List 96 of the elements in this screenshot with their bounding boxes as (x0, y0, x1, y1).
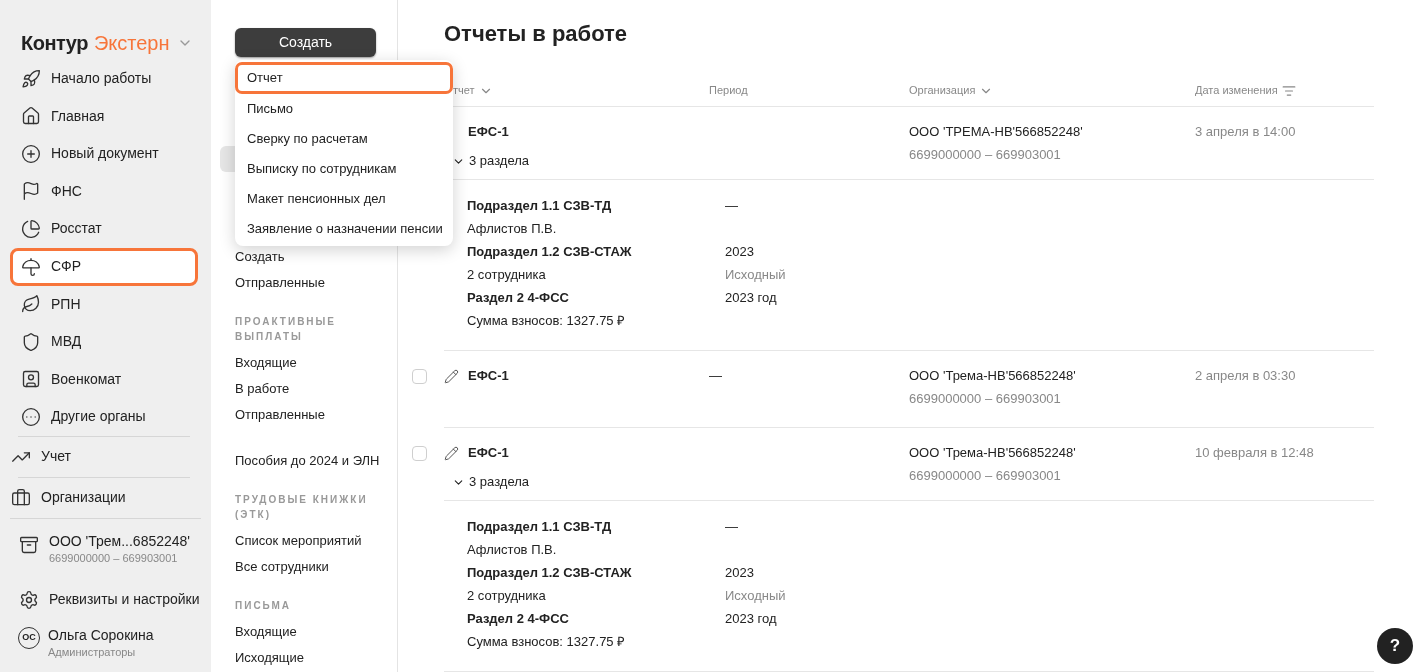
logo-brand: Контур (21, 30, 88, 56)
column-header[interactable]: Организация (909, 82, 1195, 99)
nav-item[interactable]: Учет (10, 436, 198, 477)
sub-nav-item[interactable]: Список мероприятий (235, 528, 397, 554)
organization-cell-text: ООО 'ТРЕМА-НВ'566852248' (909, 123, 1084, 141)
sub-nav-item[interactable]: Отправленные (235, 270, 397, 296)
sort-icon (1281, 83, 1296, 98)
leaf-icon (21, 294, 41, 315)
column-header[interactable]: Дата изменения (1195, 82, 1374, 99)
nav-item[interactable]: РПН (10, 285, 198, 323)
section-title: Подраздел 1.2 СЗВ-СТАЖ (467, 564, 633, 582)
pencil-icon[interactable] (444, 368, 459, 384)
sub-nav-item[interactable]: Исходящие (235, 645, 397, 671)
section-period: 2023 (725, 564, 755, 582)
report-name[interactable]: ЕФС-1 (468, 122, 509, 142)
section-detail: 2 сотрудника (467, 587, 547, 605)
nav-item[interactable]: Главная (10, 97, 198, 135)
row-checkbox[interactable] (412, 369, 427, 384)
organization-cell-text: ООО 'Трема-НВ'566852248' (909, 367, 1077, 385)
organization-cell-text: ООО 'Трема-НВ'566852248' (909, 444, 1077, 462)
nav-item[interactable]: Начало работы (10, 60, 198, 98)
create-button[interactable]: Создать (235, 28, 376, 57)
user-profile[interactable]: ОС Ольга Сорокина Администраторы (0, 618, 211, 660)
menu-item[interactable]: Отчет (235, 62, 453, 94)
user-name: Ольга Сорокина (48, 626, 154, 644)
rocket-icon (21, 68, 41, 89)
briefcase-icon (11, 487, 31, 508)
section-period: — (725, 197, 739, 215)
column-header[interactable]: Период (709, 82, 909, 99)
logo-product: Экстерн (93, 30, 170, 56)
nav-item[interactable]: Организации (10, 477, 198, 518)
house-icon (21, 106, 41, 127)
section-period: 2023 год (725, 289, 778, 307)
nav-item[interactable]: Росстат (10, 210, 198, 248)
date-cell-text: 10 февраля в 12:48 (1195, 444, 1314, 463)
section-period: 2023 год (725, 610, 778, 628)
sub-nav-item[interactable]: Пособия до 2024 и ЭЛН (235, 448, 397, 474)
organization-codes: 6699000000 – 669903001 (49, 550, 179, 566)
ellipsis-circle-icon (21, 406, 41, 427)
organization-codes: 6699000000 – 669903001 (909, 467, 1062, 485)
period-cell-text: — (709, 367, 722, 386)
section-period-note: Исходный (725, 587, 787, 605)
nav-item[interactable]: Другие органы (10, 398, 198, 436)
section-heading: ТРУДОВЫЕ КНИЖКИ (ЭТК) (235, 493, 369, 522)
sub-nav-item[interactable]: Отправленные (235, 402, 397, 428)
organization-switcher[interactable]: ООО 'Трем...6852248' 6699000000 – 669903001 (0, 518, 211, 581)
portrait-icon (21, 369, 41, 390)
menu-item[interactable]: Макет пенсионных дел (235, 184, 453, 214)
section-detail: 2 сотрудника (467, 266, 547, 284)
organization-codes: 6699000000 – 669903001 (909, 390, 1062, 408)
section-title: Подраздел 1.1 СЗВ-ТД (467, 518, 613, 536)
date-cell-text: 2 апреля в 03:30 (1195, 367, 1296, 386)
section-period: 2023 (725, 243, 755, 261)
section-title: Раздел 2 4-ФСС (467, 610, 570, 628)
nav-item[interactable]: МВД (10, 323, 198, 361)
section-period: — (725, 518, 739, 536)
flag-icon (21, 181, 41, 202)
plus-circle-icon (21, 143, 41, 164)
page-title: Отчеты в работе (444, 21, 629, 47)
report-name[interactable]: ЕФС-1 (468, 443, 509, 463)
sections-toggle[interactable]: 3 раздела (444, 472, 709, 492)
section-title: Подраздел 1.1 СЗВ-ТД (467, 197, 613, 215)
sub-nav-item[interactable]: Входящие (235, 619, 397, 645)
section-detail: Афлистов П.В. (467, 220, 558, 238)
section-heading: ПРОАКТИВНЫЕ ВЫПЛАТЫ (235, 315, 338, 344)
section-title: Раздел 2 4-ФСС (467, 289, 570, 307)
shield-icon (21, 331, 41, 352)
section-period-note: Исходный (725, 266, 787, 284)
settings-icon (19, 589, 39, 610)
umbrella-icon (21, 256, 41, 277)
settings-link[interactable]: Реквизиты и настройки (0, 580, 211, 619)
section-heading: ПИСЬМА (235, 599, 293, 613)
menu-item[interactable]: Заявление о назначении пенсии (235, 214, 453, 244)
section-detail: Сумма взносов: 1327.75 ₽ (467, 312, 627, 330)
sub-nav-item[interactable]: Входящие (235, 350, 397, 376)
nav-item[interactable]: ФНС (10, 172, 198, 210)
sub-nav-item[interactable]: В работе (235, 376, 397, 402)
sub-nav-item[interactable]: Создать (235, 244, 397, 270)
user-role: Администраторы (48, 644, 137, 660)
report-name[interactable]: ЕФС-1 (468, 366, 509, 386)
stack-icon (19, 534, 39, 555)
nav-item[interactable]: Военкомат (10, 360, 198, 398)
row-checkbox[interactable] (412, 446, 427, 461)
section-title: Подраздел 1.2 СЗВ-СТАЖ (467, 243, 633, 261)
nav-item[interactable]: Новый документ (10, 135, 198, 173)
organization-codes: 6699000000 – 669903001 (909, 146, 1062, 164)
menu-item[interactable]: Сверку по расчетам (235, 124, 453, 154)
section-detail: Афлистов П.В. (467, 541, 558, 559)
help-button[interactable]: ? (1377, 628, 1413, 664)
pencil-icon[interactable] (444, 445, 459, 461)
nav-item[interactable]: СФР (10, 247, 198, 286)
date-cell-text: 3 апреля в 14:00 (1195, 123, 1296, 142)
section-detail: Сумма взносов: 1327.75 ₽ (467, 633, 627, 651)
organization-name: ООО 'Трем...6852248' (49, 532, 191, 550)
pie-chart-icon (21, 218, 41, 239)
sub-nav-item[interactable]: Все сотрудники (235, 554, 397, 580)
